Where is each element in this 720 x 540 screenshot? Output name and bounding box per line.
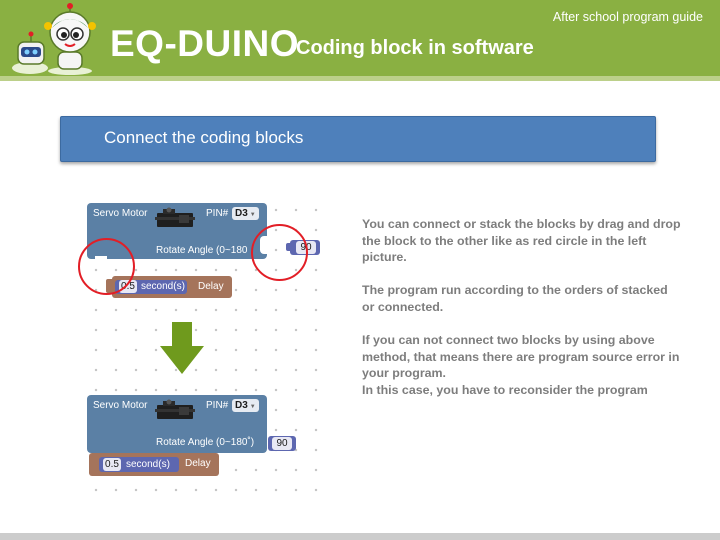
header-divider (0, 76, 720, 81)
instruction-text: You can connect or stack the blocks by d… (362, 216, 682, 415)
delay-value-field[interactable]: 0.5 (103, 458, 121, 471)
instruction-paragraph-2: The program run according to the orders … (362, 283, 668, 314)
chevron-down-icon: ▼ (249, 212, 256, 218)
angle-value-field[interactable]: 90 (272, 437, 292, 450)
servo-motor-block-bottom[interactable]: Servo Motor PIN# D3 ▼ Rotate Angle (0~180… (87, 395, 267, 453)
delay-label: Delay (185, 458, 211, 469)
servo-motor-label: Servo Motor (93, 208, 148, 219)
footer-bar (0, 533, 720, 540)
pin-select-dropdown[interactable]: D3 ▼ (232, 207, 259, 220)
delay-block-bottom[interactable]: 0.5 second(s) Delay (89, 453, 219, 476)
robot-mascot-logo (12, 3, 96, 75)
instruction-paragraph-4: In this case, you have to reconsider the… (362, 382, 648, 397)
delay-unit-label: second(s) (141, 281, 185, 292)
connection-highlight-right (251, 224, 308, 281)
pin-select-value: D3 (235, 208, 248, 219)
pin-label: PIN# (206, 208, 229, 219)
section-header: Connect the coding blocks (60, 116, 656, 162)
instruction-paragraph-3: If you can not connect two blocks by usi… (362, 333, 680, 381)
delay-label: Delay (198, 281, 224, 292)
brand-title: EQ-DUINO (110, 23, 299, 64)
page-subtitle: Coding block in software (296, 37, 534, 59)
delay-seconds-input[interactable]: 0.5 second(s) (99, 457, 179, 472)
pin-select-value: D3 (235, 400, 248, 411)
delay-unit-label: second(s) (126, 459, 170, 470)
pin-label: PIN# (206, 400, 229, 411)
servo-motor-image (155, 399, 195, 419)
servo-motor-image (155, 207, 195, 227)
connection-highlight-left (78, 238, 135, 295)
servo-motor-label: Servo Motor (93, 400, 148, 411)
angle-number-block-connected[interactable]: 90 (268, 436, 296, 451)
header-banner: EQ-DUINO Coding block in software After … (0, 0, 720, 76)
instruction-paragraph-1: You can connect or stack the blocks by d… (362, 217, 681, 265)
section-title: Connect the coding blocks (104, 128, 304, 147)
arrow-down-icon (160, 322, 204, 374)
pin-select-dropdown[interactable]: D3 ▼ (232, 399, 259, 412)
guide-label: After school program guide (552, 10, 703, 24)
rotate-angle-label: Rotate Angle (0~180˚) (156, 437, 255, 448)
chevron-down-icon: ▼ (249, 404, 256, 410)
rotate-angle-label: Rotate Angle (0~180 (156, 245, 248, 256)
